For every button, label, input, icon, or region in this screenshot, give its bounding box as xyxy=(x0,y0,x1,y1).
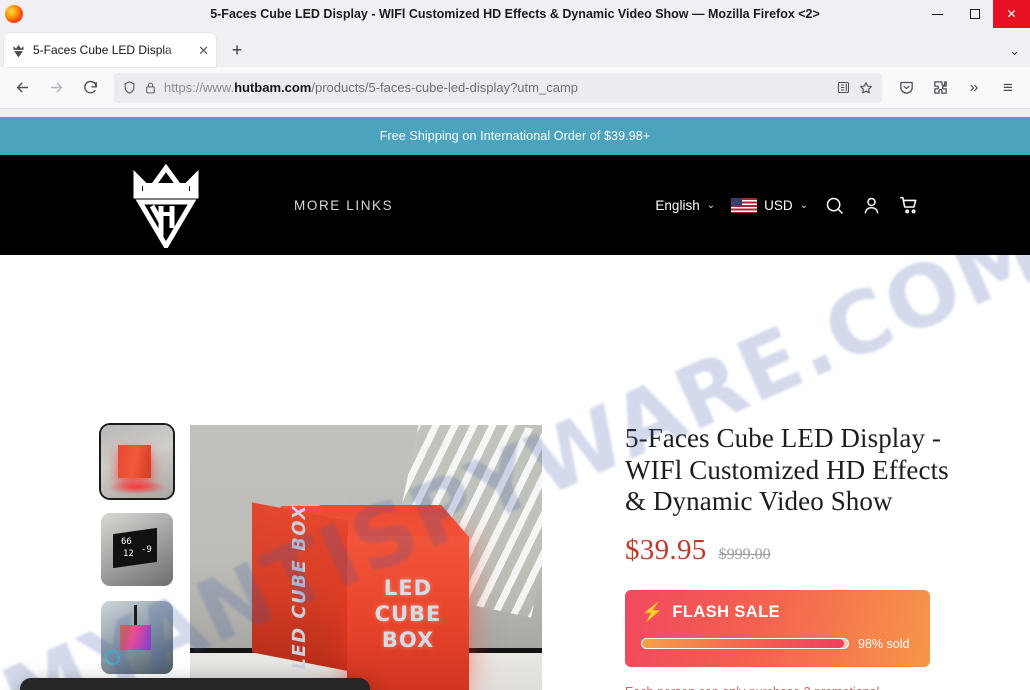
navigation-toolbar: https://www.hutbam.com/products/5-faces-… xyxy=(0,67,1030,109)
nav-more-links[interactable]: MORE LINKS xyxy=(294,198,393,213)
crown-favicon-icon xyxy=(11,43,26,58)
price-row: $39.95 $999.00 xyxy=(625,534,955,567)
language-selector[interactable]: English ⌄ xyxy=(655,198,715,213)
lightning-bolt-icon: ⚡ xyxy=(641,602,664,623)
flash-sale-label: FLASH SALE xyxy=(672,602,781,621)
new-tab-button[interactable]: + xyxy=(222,35,252,65)
thumbnail-red-led-cube[interactable] xyxy=(101,425,173,498)
tab-close-button[interactable]: ✕ xyxy=(198,44,209,57)
product-page-body: 66 12 -9 LED CUBE BOX LED CUBE BOX 5-Fac… xyxy=(0,255,1030,690)
address-bar[interactable]: https://www.hutbam.com/products/5-faces-… xyxy=(114,72,882,103)
led-cube-graphic: LED CUBE BOX LED CUBE BOX xyxy=(250,502,475,690)
flash-sale-progress-row: 98% sold xyxy=(641,637,914,651)
close-window-button[interactable]: ✕ xyxy=(993,0,1030,28)
product-price: $39.95 xyxy=(625,533,707,566)
shield-icon[interactable] xyxy=(122,80,137,95)
thumbnail-colorful-hanging-cube[interactable] xyxy=(101,601,173,674)
url-text[interactable]: https://www.hutbam.com/products/5-faces-… xyxy=(164,80,829,95)
chevron-down-icon: ⌄ xyxy=(799,199,808,211)
currency-value: USD xyxy=(764,197,793,213)
cube-front-line-1: LED xyxy=(383,575,433,600)
cube-front-line-2: CUBE xyxy=(374,601,442,626)
window-title: 5-Faces Cube LED Display - WIFl Customiz… xyxy=(210,7,820,21)
save-to-pocket-icon[interactable] xyxy=(890,73,922,103)
back-button[interactable] xyxy=(6,73,38,103)
product-info: 5-Faces Cube LED Display - WIFl Customiz… xyxy=(625,423,955,690)
chevron-down-icon: ⌄ xyxy=(706,199,716,211)
application-menu-button[interactable]: ≡ xyxy=(992,73,1024,103)
announcement-text: Free Shipping on International Order of … xyxy=(379,129,651,143)
cube-side-face: LED CUBE BOX xyxy=(252,502,348,671)
browser-tab[interactable]: 5-Faces Cube LED Displa ✕ xyxy=(4,33,216,67)
cube-front-line-3: BOX xyxy=(381,627,435,652)
product-compare-at-price: $999.00 xyxy=(718,545,771,563)
forward-button[interactable] xyxy=(40,73,72,103)
page-viewport: Free Shipping on International Order of … xyxy=(0,117,1030,690)
search-icon[interactable] xyxy=(824,195,845,216)
cart-icon[interactable] xyxy=(898,194,920,216)
account-icon[interactable] xyxy=(861,195,882,216)
flash-sale-header: ⚡ FLASH SALE xyxy=(641,603,914,622)
announcement-bar: Free Shipping on International Order of … xyxy=(0,117,1030,155)
extensions-icon[interactable] xyxy=(924,73,956,103)
product-thumbnail-gallery: 66 12 -9 xyxy=(101,425,173,689)
purchase-limit-note: Each person can only purchase 2 promotio… xyxy=(625,683,925,690)
thumbnail-digit-display-cube[interactable]: 66 12 -9 xyxy=(101,513,173,586)
currency-selector[interactable]: USD ⌄ xyxy=(731,197,808,213)
sold-progress-bar xyxy=(641,638,849,650)
language-value: English xyxy=(655,197,700,213)
product-title: 5-Faces Cube LED Display - WIFl Customiz… xyxy=(625,423,949,517)
flash-sale-banner: ⚡ FLASH SALE 98% sold xyxy=(625,589,930,667)
sold-progress-label: 98% sold xyxy=(858,636,910,651)
list-all-tabs-chevron-down-icon[interactable]: ⌄ xyxy=(1009,43,1020,59)
main-product-image[interactable]: LED CUBE BOX LED CUBE BOX BOX CUBE xyxy=(190,425,542,690)
site-header: MORE LINKS English ⌄ USD ⌄ xyxy=(0,155,1030,255)
browser-window: 5-Faces Cube LED Display - WIFl Customiz… xyxy=(0,0,1030,690)
overflow-menu-button[interactable]: » xyxy=(958,73,990,103)
cube-side-text: LED CUBE BOX xyxy=(289,501,311,672)
maximize-button[interactable] xyxy=(956,0,993,28)
title-bar: 5-Faces Cube LED Display - WIFl Customiz… xyxy=(0,0,1030,28)
us-flag-icon xyxy=(731,197,758,213)
tab-title: 5-Faces Cube LED Displa xyxy=(33,43,172,57)
cube-front-face: LED CUBE BOX xyxy=(347,536,469,690)
social-proof-popup[interactable]: LED CUBE BOX Someone in Somewhere purcha… xyxy=(20,678,370,690)
reader-view-icon[interactable] xyxy=(836,80,851,95)
reload-button[interactable] xyxy=(74,73,106,103)
window-controls: ✕ xyxy=(919,0,1030,28)
site-logo[interactable] xyxy=(118,162,214,248)
header-actions: English ⌄ USD ⌄ xyxy=(655,194,1008,216)
lock-icon[interactable] xyxy=(144,81,157,95)
bookmark-star-icon[interactable] xyxy=(858,80,874,96)
tab-bar: 5-Faces Cube LED Displa ✕ + ⌄ xyxy=(0,28,1030,67)
minimize-button[interactable] xyxy=(919,0,956,28)
